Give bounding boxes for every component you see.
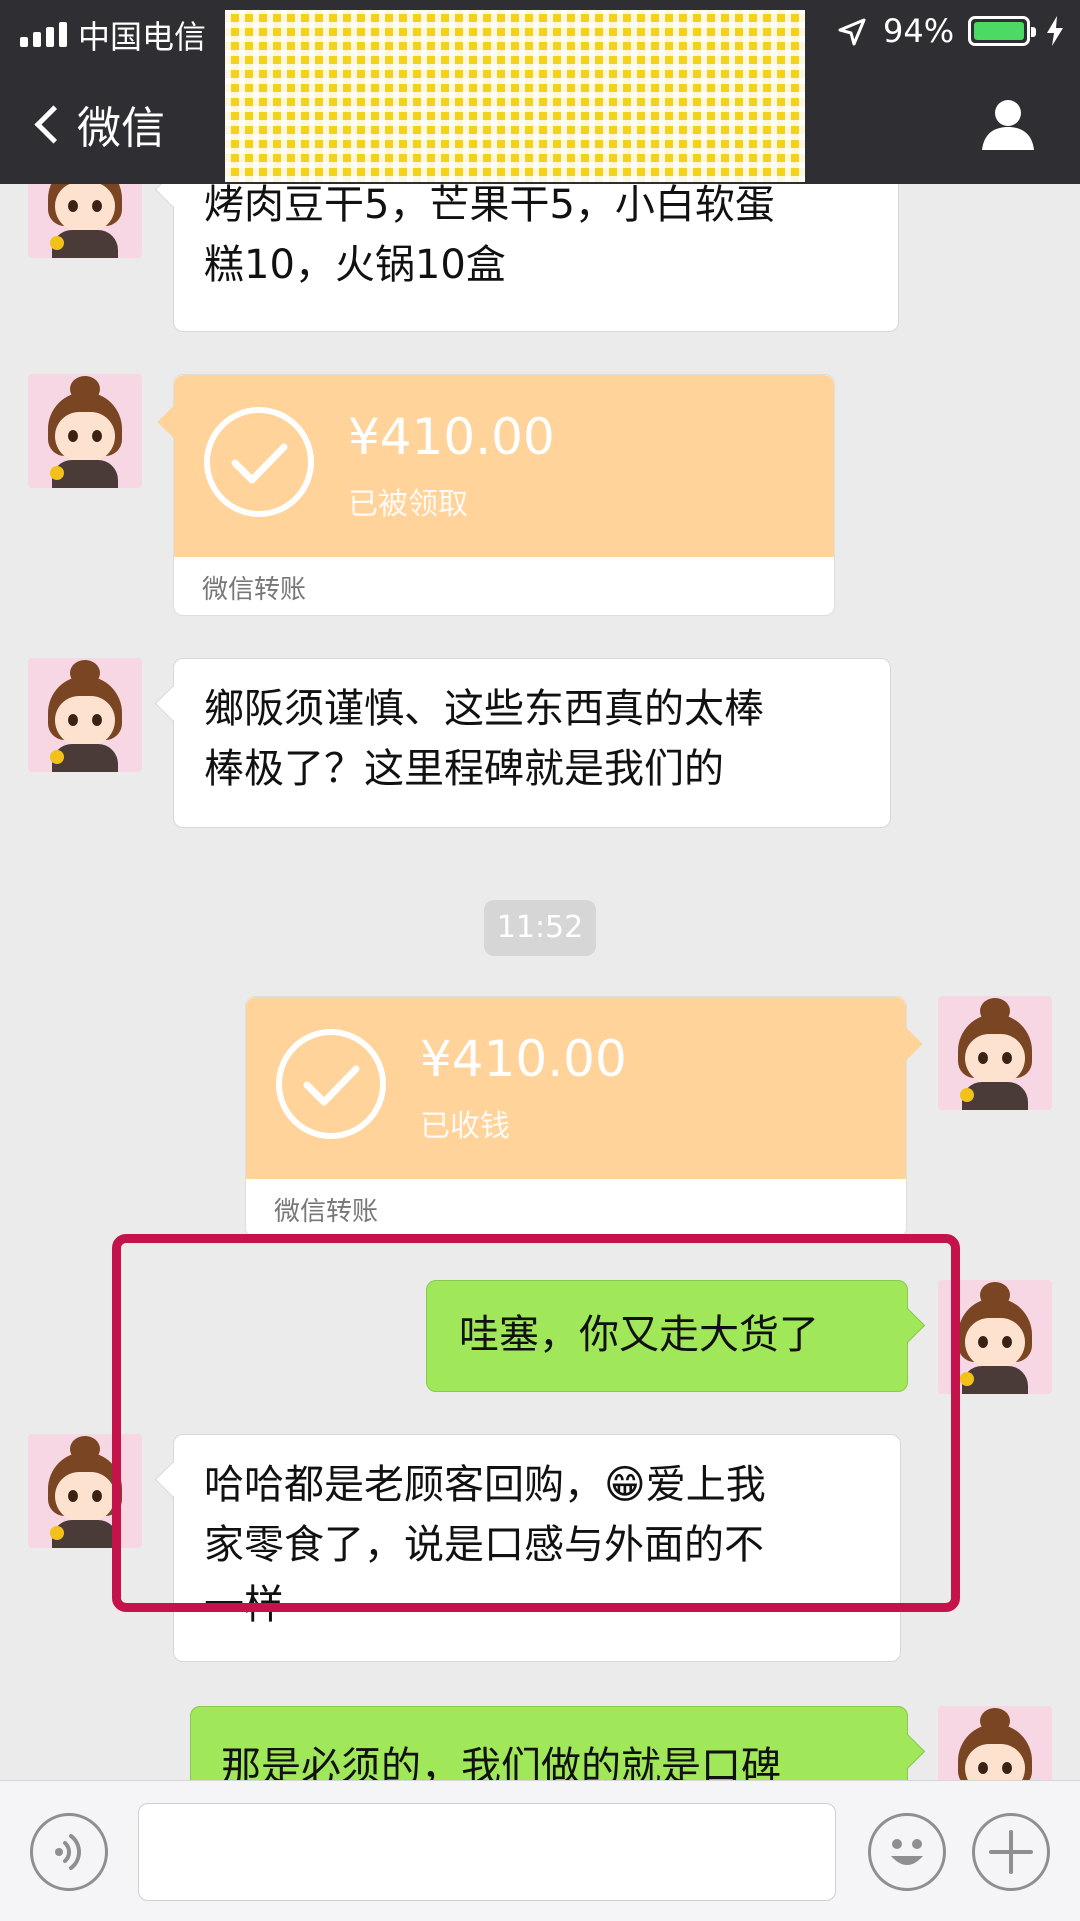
- censor-overlay: [225, 10, 805, 182]
- transfer-card[interactable]: ¥410.00 已被领取 微信转账: [173, 374, 835, 616]
- plus-icon: [989, 1830, 1033, 1874]
- avatar[interactable]: [938, 1280, 1052, 1394]
- carrier-name: 中国电信: [78, 18, 207, 56]
- transfer-status: 已被领取: [348, 487, 468, 522]
- battery-icon: [968, 16, 1036, 46]
- message-line: 烤肉豆干5，芒果干5，小白软蛋: [204, 184, 775, 228]
- check-circle-icon: [276, 1029, 386, 1139]
- transfer-amount: ¥410.00: [420, 1030, 627, 1088]
- message-line: 哇塞，你又走大货了: [459, 1312, 819, 1358]
- transfer-amount: ¥410.00: [348, 408, 555, 466]
- avatar[interactable]: [28, 1434, 142, 1548]
- message-line: 家零食了，说是口感与外面的不: [204, 1522, 764, 1568]
- input-bar: [0, 1780, 1080, 1921]
- message-line: 鄉阪须谨慎、这些东西真的太棒: [204, 686, 764, 732]
- chat-area[interactable]: 烤肉豆干5，芒果干5，小白软蛋 糕10，火锅10盒 ¥410.00 已被领取 微…: [0, 184, 1080, 1780]
- message-input[interactable]: [138, 1803, 836, 1901]
- message-line: 那是必须的，我们做的就是口碑: [221, 1744, 781, 1780]
- timestamp: 11:52: [484, 900, 596, 956]
- message-bubble[interactable]: 烤肉豆干5，芒果干5，小白软蛋 糕10，火锅10盒: [173, 184, 899, 332]
- transfer-status: 已收钱: [420, 1109, 510, 1144]
- message-bubble[interactable]: 那是必须的，我们做的就是口碑: [190, 1706, 908, 1780]
- message-bubble[interactable]: 哇塞，你又走大货了: [426, 1280, 908, 1392]
- signal-icon: [20, 22, 67, 47]
- battery-percentage: 94%: [883, 12, 955, 50]
- avatar[interactable]: [28, 184, 142, 258]
- transfer-label: 微信转账: [202, 575, 307, 605]
- transfer-label: 微信转账: [274, 1197, 379, 1227]
- message-bubble[interactable]: 哈哈都是老顾客回购，😁爱上我 家零食了，说是口感与外面的不 一样: [173, 1434, 901, 1662]
- voice-icon: [55, 1834, 81, 1870]
- voice-button[interactable]: [30, 1813, 108, 1891]
- back-button[interactable]: 微信: [28, 92, 165, 156]
- message-bubble[interactable]: 鄉阪须谨慎、这些东西真的太棒 棒极了？这里程碑就是我们的: [173, 658, 891, 828]
- user-icon[interactable]: [980, 96, 1036, 152]
- charging-icon: [1047, 16, 1063, 46]
- emoji-button[interactable]: [868, 1813, 946, 1891]
- add-button[interactable]: [972, 1813, 1050, 1891]
- back-label: 微信: [77, 103, 165, 154]
- check-circle-icon: [204, 407, 314, 517]
- avatar[interactable]: [938, 1706, 1052, 1780]
- transfer-card[interactable]: ¥410.00 已收钱 微信转账: [245, 996, 907, 1238]
- avatar[interactable]: [28, 374, 142, 488]
- emoji-icon: [891, 1839, 923, 1865]
- chevron-left-icon: [34, 104, 73, 144]
- message-line: 哈哈都是老顾客回购，😁爱上我: [204, 1462, 766, 1508]
- message-line: 糕10，火锅10盒: [204, 242, 506, 288]
- message-line: 棒极了？这里程碑就是我们的: [204, 746, 724, 792]
- location-icon: [838, 18, 866, 46]
- avatar[interactable]: [938, 996, 1052, 1110]
- avatar[interactable]: [28, 658, 142, 772]
- message-line: 一样: [204, 1582, 284, 1628]
